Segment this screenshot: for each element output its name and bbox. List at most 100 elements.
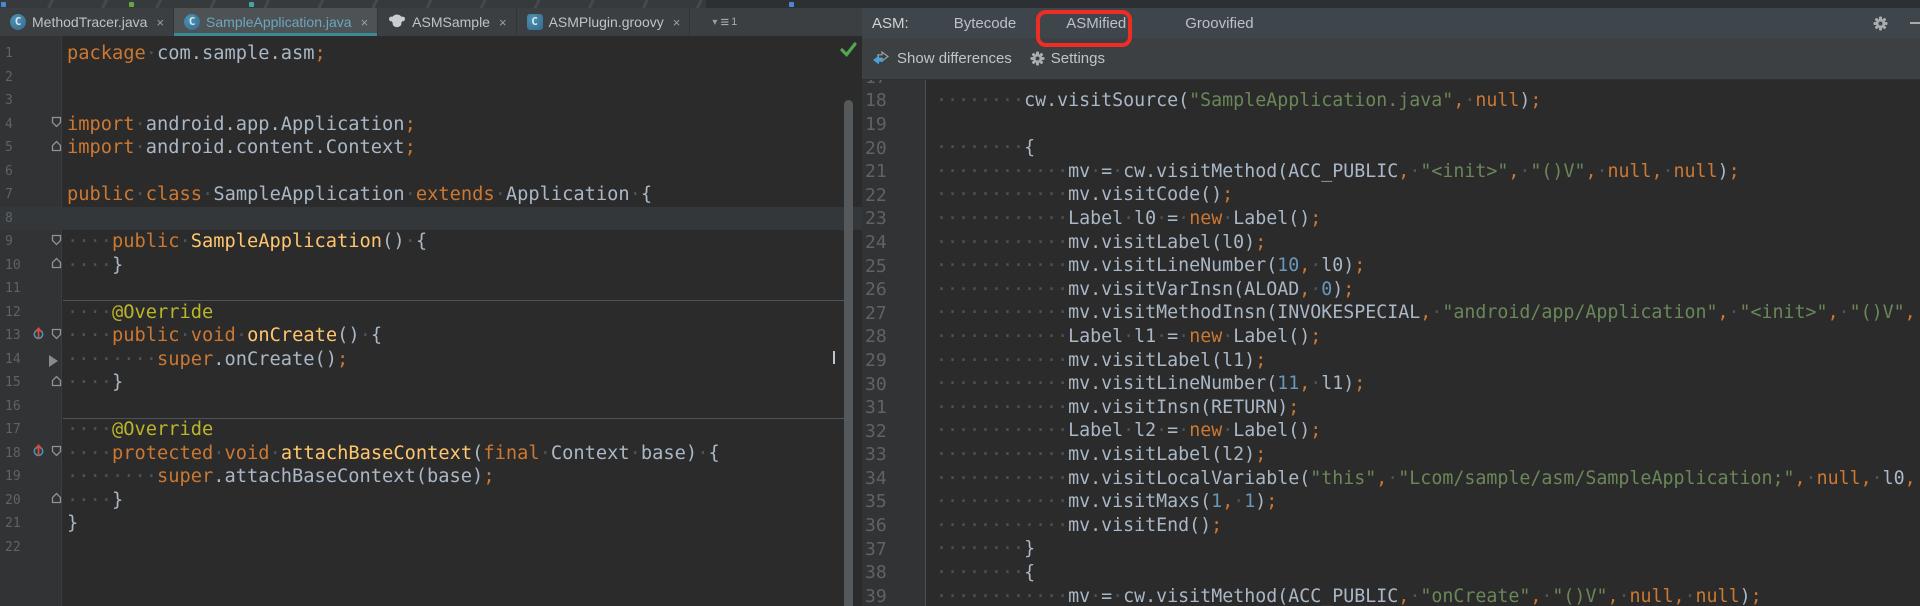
class-file-icon: C [526, 14, 543, 30]
code-text: ············mv.visitCode(); [936, 184, 1234, 206]
code-text: ····public·void·onCreate()·{ [67, 325, 383, 346]
settings-gear-icon [1030, 51, 1045, 66]
java-editor[interactable]: 1 package·com.sample.asm; 2 3 4 import·androi… [0, 36, 862, 606]
fold-end-icon[interactable] [51, 139, 62, 157]
code-line: 13 ····public·void·onCreate()·{ [0, 324, 862, 348]
code-line: 38 ········{ [862, 561, 1920, 585]
line-number: 7 [5, 187, 13, 203]
line-number: 34 [865, 467, 887, 489]
settings-button[interactable]: Settings [1051, 50, 1105, 67]
editor-tab-asmsample[interactable]: ASMSample × [378, 8, 517, 36]
code-line: 1 package·com.sample.asm; [0, 42, 862, 66]
line-number: 32 [865, 420, 887, 442]
show-differences-button[interactable]: Show differences [897, 50, 1012, 67]
code-text: ············mv.visitMaxs(1,·1); [936, 491, 1278, 513]
code-text: ············Label·l1·=·new·Label(); [936, 326, 1322, 348]
code-text: import·android.content.Context; [67, 137, 416, 158]
line-number: 17 [5, 422, 21, 438]
editor-scrollbar[interactable] [844, 100, 853, 606]
line-number: 29 [865, 349, 887, 371]
asm-panel-toolbar: Show differences Settings [862, 38, 1920, 80]
code-line: 15 ····} [0, 371, 862, 395]
line-number: 6 [5, 163, 13, 179]
line-number: 33 [865, 444, 887, 466]
line-number: 30 [865, 373, 887, 395]
code-text: ········super.attachBaseContext(base); [67, 466, 495, 487]
code-text: ············mv.visitLabel(l1); [936, 349, 1267, 371]
code-line: 31 ············mv.visitInsn(RETURN); [862, 396, 1920, 420]
code-line: 35 ············mv.visitMaxs(1,·1); [862, 490, 1920, 514]
code-line: 25 ············mv.visitLineNumber(10,·l0)… [862, 254, 1920, 278]
fold-end-icon[interactable] [51, 491, 62, 509]
code-text: ············mv.visitLineNumber(11,·l1); [936, 373, 1366, 395]
line-number: 14 [5, 351, 21, 367]
top-clipped-strip-right [706, 0, 1920, 8]
code-text: ····@Override [67, 419, 214, 440]
code-text: ············mv·=·cw.visitMethod(ACC_PUBL… [936, 160, 1740, 182]
line-number: 39 [865, 585, 887, 606]
hidden-tabs-dropdown[interactable]: ▾ ≡ 1 [704, 8, 745, 36]
fold-end-icon[interactable] [51, 374, 62, 392]
tab-close-icon[interactable]: × [361, 16, 369, 29]
override-method-icon[interactable] [32, 443, 45, 463]
fold-start-icon[interactable] [51, 115, 62, 133]
asm-panel-hide-button[interactable] [1910, 22, 1920, 24]
editor-tab-methodtracer-java[interactable]: C MethodTracer.java × [0, 8, 175, 36]
monkey-file-icon [388, 13, 406, 31]
inspections-ok-icon[interactable] [840, 42, 857, 62]
line-number: 3 [5, 93, 13, 109]
asm-mode-groovified[interactable]: Groovified [1185, 15, 1253, 32]
fold-start-icon[interactable] [51, 444, 62, 462]
asm-panel-gear-button[interactable] [1873, 16, 1888, 31]
editor-tab-sampleapplication-java[interactable]: C SampleApplication.java × [174, 8, 379, 36]
editor-tab-asmplugin-groovy[interactable]: C ASMPlugin.groovy × [517, 8, 691, 36]
code-text: import·android.app.Application; [67, 113, 416, 135]
code-text: ············mv.visitLabel(l2); [936, 444, 1267, 465]
code-line: 17 [862, 80, 1920, 89]
top-clipped-strip [0, 0, 706, 8]
fold-cell [50, 233, 62, 251]
code-text: ············mv·=·cw.visitMethod(ACC_PUBL… [936, 585, 1762, 606]
fold-cell [50, 256, 62, 274]
top-strip-dot [1, 2, 6, 7]
tab-close-icon[interactable]: × [156, 16, 164, 29]
code-line: 7 public·class·SampleApplication·extends·… [0, 183, 862, 207]
code-line: 20 ····} [0, 489, 862, 513]
code-line: 33 ············mv.visitLabel(l2); [862, 443, 1920, 467]
code-text: ············mv.visitInsn(RETURN); [936, 396, 1300, 418]
line-number: 35 [865, 491, 887, 513]
code-text: ············Label·l2·=·new·Label(); [936, 420, 1322, 442]
code-line: 27 ············mv.visitMethodInsn(INVOKES… [862, 301, 1920, 325]
chevron-down-icon: ▾ [712, 16, 718, 28]
fold-start-icon[interactable] [51, 233, 62, 251]
code-text: ····@Override [67, 301, 214, 323]
line-number: 21 [865, 161, 887, 183]
line-number: 36 [865, 515, 887, 537]
code-line: 8 [0, 206, 862, 230]
code-line: 22 ············mv.visitCode(); [862, 183, 1920, 207]
fold-end-icon[interactable] [51, 256, 62, 274]
code-text: ········super.onCreate(); [67, 348, 349, 370]
line-number: 18 [5, 445, 21, 461]
tab-close-icon[interactable]: × [499, 16, 507, 29]
fold-cell [50, 139, 62, 157]
code-text: ············mv.visitMethodInsn(INVOKESPE… [936, 302, 1920, 324]
asm-mode-asmified[interactable]: ASMified [1066, 15, 1126, 32]
line-number: 25 [865, 255, 887, 277]
line-number: 20 [865, 137, 887, 159]
asm-mode-bytecode[interactable]: Bytecode [954, 15, 1017, 32]
asm-panel-title: ASM: [872, 14, 909, 32]
line-number: 12 [5, 304, 21, 320]
asmified-code-view[interactable]: 17 18 ········cw.visitSource("SampleApplic… [862, 80, 1920, 606]
code-text: ····protected·void·attachBaseContext(fin… [67, 442, 720, 464]
code-line: 6 [0, 160, 862, 184]
asm-code-lines: 17 18 ········cw.visitSource("SampleApplic… [862, 80, 1920, 606]
code-text: ············mv.visitLocalVariable("this"… [936, 467, 1920, 489]
line-number: 21 [5, 516, 21, 532]
code-line: 2 [0, 66, 862, 90]
tab-close-icon[interactable]: × [673, 16, 681, 29]
override-method-icon[interactable] [32, 326, 45, 346]
fold-cell [50, 115, 62, 133]
code-line: 12 ····@Override [0, 301, 862, 325]
fold-start-icon[interactable] [51, 327, 62, 345]
